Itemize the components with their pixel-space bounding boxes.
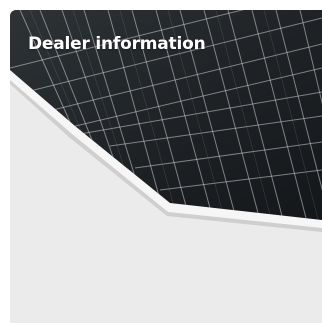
dealer-information-card[interactable]: Dealer information xyxy=(10,10,322,323)
solar-panel-image xyxy=(10,10,322,232)
card-title: Dealer information xyxy=(28,34,206,54)
